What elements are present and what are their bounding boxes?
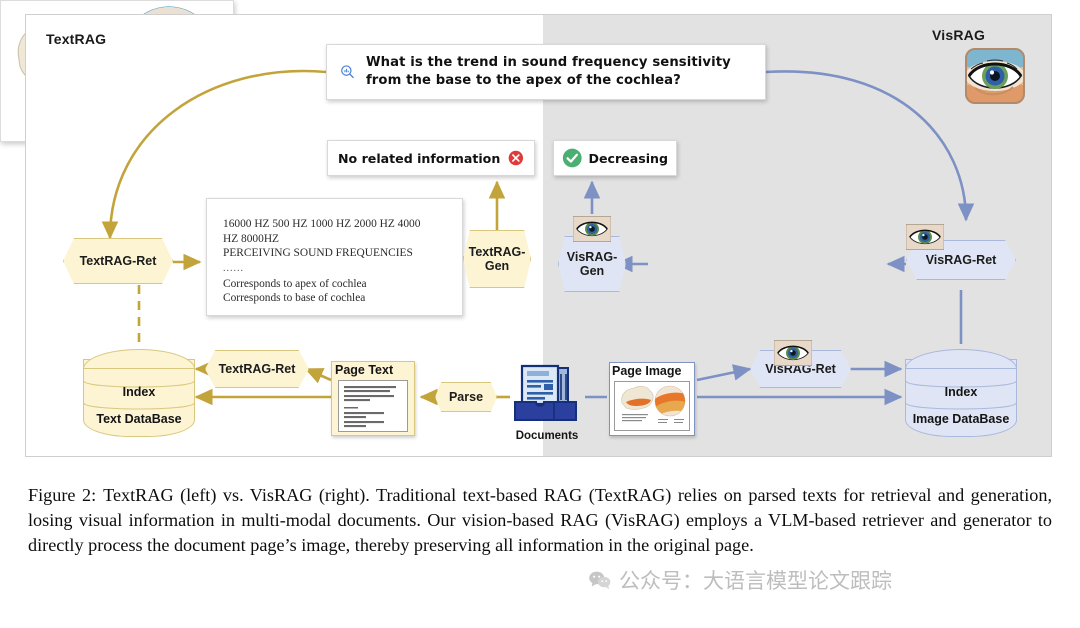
textrag-panel-title: TextRAG bbox=[46, 31, 107, 47]
textrag-ret-node-top[interactable]: TextRAG-Ret bbox=[63, 238, 173, 284]
visrag-gen-label-line2: Gen bbox=[579, 264, 605, 278]
visrag-gen-label-line1: VisRAG- bbox=[566, 250, 618, 264]
visrag-panel-title: VisRAG bbox=[932, 27, 986, 43]
textrag-answer-box: No related information bbox=[327, 140, 535, 176]
textrag-ret-node-bottom[interactable]: TextRAG-Ret bbox=[205, 350, 309, 388]
textrag-answer-text: No related information bbox=[338, 150, 501, 166]
parsed-line-3: PERCEIVING SOUND FREQUENCIES bbox=[223, 247, 413, 260]
eye-icon-visrag-ret-bottom bbox=[774, 340, 812, 366]
page-text-label: Page Text bbox=[335, 363, 394, 377]
db-right-top bbox=[905, 349, 1017, 369]
figure-caption: Figure 2: TextRAG (left) vs. VisRAG (righ… bbox=[28, 483, 1052, 558]
image-database-cylinder: Index Image DataBase bbox=[905, 349, 1017, 443]
parse-node[interactable]: Parse bbox=[435, 382, 497, 412]
db-right-name-label: Image DataBase bbox=[912, 412, 1010, 426]
parsed-ellipsis: ...... bbox=[223, 262, 244, 274]
page-text-thumbnail bbox=[338, 380, 408, 432]
visrag-gen-node[interactable]: VisRAG- Gen bbox=[558, 236, 626, 292]
parsed-line-2: HZ 8000HZ bbox=[223, 232, 279, 245]
parsed-line-4: Corresponds to apex of cochlea bbox=[223, 277, 367, 290]
error-cross-icon bbox=[508, 150, 524, 166]
documents-label: Documents bbox=[515, 430, 579, 442]
parsed-line-1: 16000 HZ 500 HZ 1000 HZ 2000 HZ 4000 bbox=[223, 218, 421, 230]
watermark-text: 公众号：大语言模型论文跟踪 bbox=[619, 569, 892, 593]
page-image-thumbnail bbox=[614, 381, 690, 431]
parsed-text-card: 16000 HZ 500 HZ 1000 HZ 2000 HZ 4000 HZ … bbox=[206, 198, 463, 316]
figure-2-diagram: TextRAG VisRAG What is the trend in soun… bbox=[0, 0, 1080, 628]
visrag-logo-eye-icon bbox=[965, 48, 1025, 104]
text-database-cylinder: Index Text DataBase bbox=[83, 349, 195, 443]
db-left-top bbox=[83, 349, 195, 369]
search-chart-icon bbox=[341, 65, 354, 79]
query-box: What is the trend in sound frequency sen… bbox=[326, 44, 766, 100]
textrag-gen-label-line2: Gen bbox=[484, 259, 510, 273]
parsed-line-5: Corresponds to base of cochlea bbox=[223, 292, 366, 305]
eye-icon-visrag-ret-right bbox=[906, 224, 944, 250]
textrag-gen-label-line1: TextRAG- bbox=[468, 245, 526, 259]
documents-icon bbox=[514, 364, 577, 421]
wechat-icon bbox=[589, 571, 611, 590]
page-image-label: Page Image bbox=[612, 364, 682, 378]
db-right-index-label: Index bbox=[944, 385, 978, 399]
watermark: 公众号：大语言模型论文跟踪 bbox=[588, 565, 892, 595]
textrag-ret-bottom-label: TextRAG-Ret bbox=[218, 362, 296, 376]
caption-text: TextRAG (left) vs. VisRAG (right). Tradi… bbox=[28, 485, 1052, 556]
eye-icon-visrag-gen bbox=[573, 216, 611, 242]
query-text: What is the trend in sound frequency sen… bbox=[365, 55, 731, 88]
db-left-name-label: Text DataBase bbox=[96, 412, 182, 426]
visrag-ret-right-label: VisRAG-Ret bbox=[925, 253, 997, 267]
textrag-ret-top-label: TextRAG-Ret bbox=[79, 254, 157, 268]
success-check-icon bbox=[562, 148, 582, 168]
parse-label: Parse bbox=[448, 390, 484, 404]
db-left-index-label: Index bbox=[122, 385, 156, 399]
caption-label: Figure 2: bbox=[28, 485, 97, 505]
visrag-answer-box: Decreasing bbox=[553, 140, 677, 176]
visrag-answer-text: Decreasing bbox=[588, 150, 668, 166]
textrag-gen-node[interactable]: TextRAG- Gen bbox=[463, 230, 531, 288]
